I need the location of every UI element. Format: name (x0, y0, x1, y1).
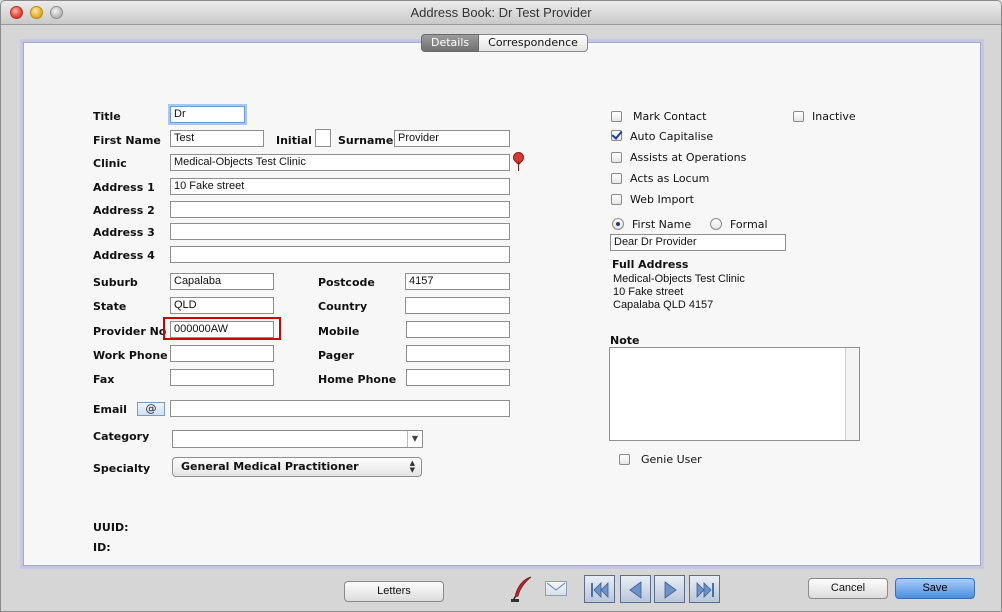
title-field[interactable]: Dr (170, 106, 245, 123)
home-phone-label: Home Phone (318, 373, 397, 386)
fax-label: Fax (93, 373, 115, 386)
tab-bar: Details Correspondence (421, 34, 588, 52)
surname-label: Surname (338, 134, 394, 147)
web-import-checkbox[interactable] (611, 194, 622, 205)
first-record-icon (591, 582, 609, 598)
last-record-icon (696, 582, 714, 598)
country-label: Country (318, 300, 368, 313)
postcode-label: Postcode (318, 276, 375, 289)
state-field[interactable]: QLD (170, 297, 274, 314)
work-phone-field[interactable] (170, 345, 274, 362)
clinic-label: Clinic (93, 157, 127, 170)
map-pin-tail (518, 161, 519, 171)
address4-field[interactable] (170, 246, 510, 263)
category-label: Category (93, 430, 150, 443)
suburb-label: Suburb (93, 276, 138, 289)
salutation-formal-label: Formal (730, 218, 768, 231)
note-heading: Note (610, 334, 640, 347)
quill-pen-icon[interactable] (509, 575, 535, 603)
web-import-label: Web Import (630, 193, 694, 206)
pager-field[interactable] (406, 345, 510, 362)
title-bar: Address Book: Dr Test Provider (1, 1, 1001, 25)
address2-label: Address 2 (93, 204, 155, 217)
last-record-button[interactable] (689, 575, 720, 603)
address3-label: Address 3 (93, 226, 155, 239)
state-label: State (93, 300, 127, 313)
previous-record-button[interactable] (620, 575, 651, 603)
up-down-arrows-icon: ▲ ▼ (409, 459, 415, 474)
mark-contact-label: Mark Contact (633, 110, 707, 123)
salutation-first-name-radio[interactable] (612, 218, 624, 230)
mobile-label: Mobile (318, 325, 360, 338)
acts-as-locum-checkbox[interactable] (611, 173, 622, 184)
category-combobox[interactable]: ▼ (172, 430, 423, 448)
full-address-line: 10 Fake street (613, 286, 684, 298)
letters-button[interactable]: Letters (344, 581, 444, 602)
cancel-button[interactable]: Cancel (808, 578, 888, 599)
window-title: Address Book: Dr Test Provider (410, 5, 592, 20)
id-label: ID: (93, 541, 111, 554)
initial-field[interactable] (315, 129, 331, 147)
previous-record-icon (629, 581, 642, 599)
clinic-field[interactable]: Medical-Objects Test Clinic (170, 154, 510, 171)
work-phone-label: Work Phone (93, 349, 168, 362)
surname-field[interactable]: Provider (394, 130, 510, 147)
full-address-heading: Full Address (612, 258, 689, 271)
note-textarea[interactable] (609, 347, 860, 441)
pager-label: Pager (318, 349, 354, 362)
specialty-label: Specialty (93, 462, 151, 475)
specialty-value: General Medical Practitioner (181, 460, 359, 473)
next-record-icon (664, 581, 677, 599)
note-scrollbar[interactable] (845, 348, 859, 440)
salutation-field[interactable]: Dear Dr Provider (610, 234, 786, 251)
address1-label: Address 1 (93, 181, 155, 194)
inactive-checkbox[interactable] (793, 111, 804, 122)
first-name-label: First Name (93, 134, 161, 147)
initial-label: Initial (276, 134, 312, 147)
inactive-label: Inactive (812, 110, 856, 123)
assists-at-operations-label: Assists at Operations (630, 151, 747, 164)
tab-details[interactable]: Details (421, 34, 480, 52)
assists-at-operations-checkbox[interactable] (611, 152, 622, 163)
email-at-icon[interactable]: @ (137, 402, 165, 416)
uuid-label: UUID: (93, 521, 129, 534)
acts-as-locum-label: Acts as Locum (630, 172, 710, 185)
salutation-formal-radio[interactable] (710, 218, 722, 230)
provider-no-label: Provider No (93, 325, 167, 338)
address4-label: Address 4 (93, 249, 155, 262)
full-address-line: Medical-Objects Test Clinic (613, 273, 745, 285)
next-record-button[interactable] (654, 575, 685, 603)
mobile-field[interactable] (406, 321, 510, 338)
address1-field[interactable]: 10 Fake street (170, 178, 510, 195)
suburb-field[interactable]: Capalaba (170, 273, 274, 290)
address2-field[interactable] (170, 201, 510, 218)
specialty-popup[interactable]: General Medical Practitioner ▲ ▼ (172, 457, 422, 477)
fax-field[interactable] (170, 369, 274, 386)
auto-capitalise-label: Auto Capitalise (630, 130, 714, 143)
home-phone-field[interactable] (406, 369, 510, 386)
postcode-field[interactable]: 4157 (405, 273, 510, 290)
first-name-field[interactable]: Test (170, 130, 264, 147)
full-address-line: Capalaba QLD 4157 (613, 299, 714, 311)
genie-user-label: Genie User (641, 453, 702, 466)
mark-contact-checkbox[interactable] (611, 111, 622, 122)
email-label: Email (93, 403, 127, 416)
address-book-window: Address Book: Dr Test Provider Details C… (0, 0, 1002, 612)
provider-no-highlight (163, 317, 281, 340)
salutation-first-name-label: First Name (632, 218, 692, 231)
country-field[interactable] (405, 297, 510, 314)
address3-field[interactable] (170, 223, 510, 240)
genie-user-checkbox[interactable] (619, 454, 630, 465)
email-field[interactable] (170, 400, 510, 417)
save-button[interactable]: Save (895, 578, 975, 599)
first-record-button[interactable] (584, 575, 615, 603)
auto-capitalise-checkbox[interactable] (611, 130, 622, 141)
envelope-icon[interactable] (545, 581, 567, 596)
title-label: Title (93, 110, 121, 123)
chevron-down-icon[interactable]: ▼ (407, 431, 422, 447)
tab-correspondence[interactable]: Correspondence (479, 34, 588, 52)
